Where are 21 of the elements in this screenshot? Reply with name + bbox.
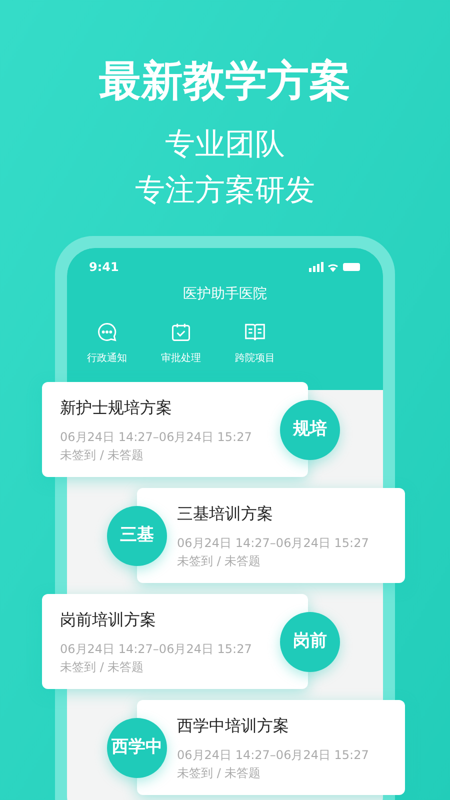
subtitle-line: 专业团队 xyxy=(165,128,285,162)
plan-time: 06月24日 14:27–06月24日 15:27 xyxy=(60,428,252,446)
status-time: 9:41 xyxy=(89,259,119,276)
plan-status: 未签到 / 未答题 xyxy=(60,446,144,464)
plan-status: 未签到 / 未答题 xyxy=(177,764,261,782)
app-title: 医护助手医院 xyxy=(182,285,268,304)
plan-title: 岗前培训方案 xyxy=(60,608,156,630)
plan-title: 新护士规培方案 xyxy=(60,396,172,418)
plan-status: 未签到 / 未答题 xyxy=(177,552,261,570)
calendar-check-icon xyxy=(170,321,192,343)
plan-status: 未签到 / 未答题 xyxy=(60,658,144,676)
headline: 最新教学方案 xyxy=(99,60,351,102)
status-indicators-icon xyxy=(309,262,361,272)
plan-time: 06月24日 14:27–06月24日 15:27 xyxy=(177,534,369,552)
plan-title: 西学中培训方案 xyxy=(177,714,289,736)
subtitle-line: 专注方案研发 xyxy=(135,174,315,208)
plan-time: 06月24日 14:27–06月24日 15:27 xyxy=(60,640,252,658)
open-book-icon xyxy=(242,321,268,343)
plan-title: 三基培训方案 xyxy=(177,502,273,524)
plan-time: 06月24日 14:27–06月24日 15:27 xyxy=(177,746,369,764)
chat-bubble-icon xyxy=(96,321,118,343)
